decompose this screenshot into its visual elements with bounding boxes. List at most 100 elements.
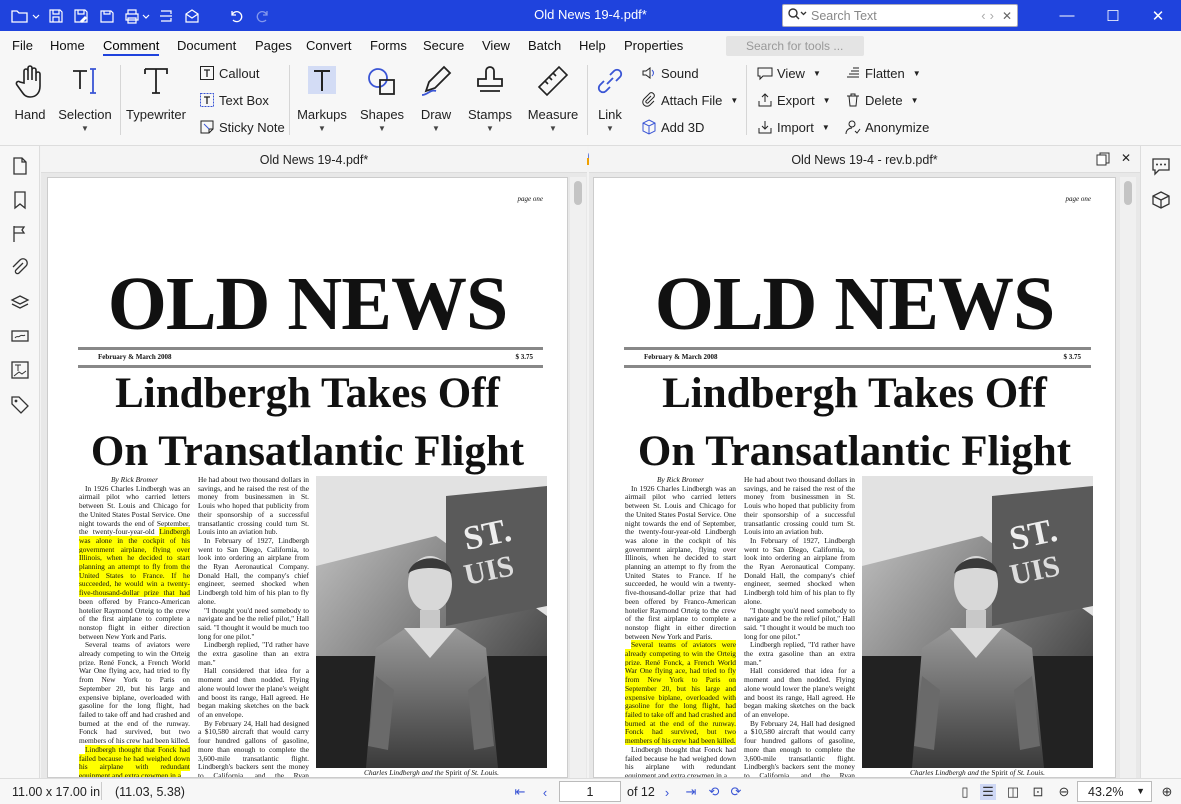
- chevron-down-icon: ▼: [549, 124, 557, 133]
- search-next-icon[interactable]: ›: [990, 8, 994, 23]
- menu-secure[interactable]: Secure: [423, 38, 464, 53]
- left-pdf-page[interactable]: page one OLD NEWS February & March 2008 $…: [47, 177, 568, 778]
- callout-label: Callout: [219, 65, 260, 81]
- tag-icon[interactable]: [10, 394, 30, 414]
- right-pdf-page[interactable]: page one OLD NEWS February & March 2008 $…: [593, 177, 1116, 778]
- signature-icon[interactable]: [10, 326, 30, 346]
- shapes-button[interactable]: Shapes ▼: [356, 61, 408, 141]
- zoom-in-icon[interactable]: ⊕: [1159, 784, 1175, 800]
- chevron-down-icon: ▼: [318, 124, 326, 133]
- save-all-icon[interactable]: [98, 0, 118, 31]
- menu-document[interactable]: Document: [177, 38, 236, 53]
- ai-assistant-icon[interactable]: [1151, 190, 1171, 210]
- close-document-icon[interactable]: ✕: [1121, 151, 1131, 165]
- menu-properties[interactable]: Properties: [624, 38, 683, 53]
- email-icon[interactable]: [182, 0, 202, 31]
- menu-file[interactable]: File: [12, 38, 33, 53]
- view-comments-button[interactable]: View ▼: [757, 62, 821, 84]
- import-button[interactable]: Import ▼: [757, 116, 830, 138]
- first-page-icon[interactable]: ⇤: [512, 784, 528, 800]
- previous-page-icon[interactable]: ‹: [537, 784, 553, 800]
- scrollbar-thumb[interactable]: [574, 181, 582, 205]
- stamps-label: Stamps: [467, 107, 513, 122]
- status-bar: 11.00 x 17.00 in (11.03, 5.38) ⇤ ‹ 1 of …: [0, 778, 1181, 804]
- print-icon[interactable]: [121, 0, 153, 31]
- zoom-level-select[interactable]: 43.2% ▼: [1077, 781, 1152, 802]
- delete-button[interactable]: Delete ▼: [845, 89, 919, 111]
- continuous-view-icon[interactable]: ☰: [980, 784, 996, 800]
- scrollbar-thumb[interactable]: [1124, 181, 1132, 205]
- page-thumbnail-icon[interactable]: [10, 156, 30, 176]
- markups-button[interactable]: Markups ▼: [296, 61, 348, 141]
- anonymize-button[interactable]: Anonymize: [845, 116, 929, 138]
- search-clear-icon[interactable]: ✕: [1002, 9, 1012, 23]
- menu-pages[interactable]: Pages: [255, 38, 292, 53]
- flatten-button[interactable]: Flatten ▼: [845, 62, 921, 84]
- image-text-icon[interactable]: [10, 360, 30, 380]
- shapes-icon: [368, 68, 395, 95]
- close-icon[interactable]: ✕: [1135, 0, 1181, 31]
- menu-convert[interactable]: Convert: [306, 38, 352, 53]
- page-total: of 12: [627, 785, 655, 799]
- next-view-icon[interactable]: ⟳: [728, 784, 744, 800]
- menu-view[interactable]: View: [482, 38, 510, 53]
- export-button[interactable]: Export ▼: [757, 89, 831, 111]
- typewriter-button[interactable]: Typewriter: [126, 61, 186, 141]
- save-icon[interactable]: [46, 0, 66, 31]
- menu-home[interactable]: Home: [50, 38, 85, 53]
- menu-batch[interactable]: Batch: [528, 38, 561, 53]
- highlight-annotation[interactable]: Lindbergh was alone in the cockpit of hi…: [79, 527, 190, 598]
- search-text-box[interactable]: Search Text ‹ › ✕: [782, 4, 1018, 27]
- minimize-icon[interactable]: —: [1044, 0, 1090, 31]
- attachment-icon[interactable]: [10, 258, 30, 278]
- zoom-out-icon[interactable]: ⊖: [1056, 784, 1072, 800]
- hand-tool-button[interactable]: Hand: [10, 61, 50, 141]
- selection-tool-button[interactable]: Selection ▼: [58, 61, 112, 141]
- two-page-view-icon[interactable]: ◫: [1005, 784, 1021, 800]
- menu-forms[interactable]: Forms: [370, 38, 407, 53]
- dateline: February & March 2008 $ 3.75: [644, 353, 1081, 361]
- menu-help[interactable]: Help: [579, 38, 606, 53]
- callout-button[interactable]: Callout: [199, 62, 259, 84]
- redo-icon[interactable]: [253, 0, 273, 31]
- scan-icon[interactable]: [156, 0, 176, 31]
- sound-button[interactable]: Sound: [641, 62, 699, 84]
- search-prev-icon[interactable]: ‹: [981, 8, 985, 23]
- link-button[interactable]: Link ▼: [592, 61, 628, 141]
- bookmark-icon[interactable]: [10, 190, 30, 210]
- single-page-view-icon[interactable]: ▯: [957, 784, 973, 800]
- fit-page-icon[interactable]: ⊡: [1030, 784, 1046, 800]
- previous-view-icon[interactable]: ⟲: [706, 784, 722, 800]
- undo-icon[interactable]: [226, 0, 246, 31]
- add-3d-button[interactable]: Add 3D: [641, 116, 704, 138]
- sticky-note-label: Sticky Note: [219, 119, 285, 135]
- last-page-icon[interactable]: ⇥: [683, 784, 699, 800]
- comments-panel-icon[interactable]: [1151, 156, 1171, 176]
- text-box-label: Text Box: [219, 92, 269, 108]
- right-vertical-scrollbar[interactable]: [1120, 177, 1136, 778]
- comment-flag-icon[interactable]: [10, 224, 30, 244]
- left-document-tab[interactable]: Old News 19-4.pdf*: [41, 146, 587, 173]
- left-vertical-scrollbar[interactable]: [570, 177, 586, 778]
- highlight-annotation[interactable]: Several teams of aviators were already c…: [625, 640, 736, 746]
- draw-button[interactable]: Draw ▼: [414, 61, 458, 141]
- menu-comment[interactable]: Comment: [103, 38, 160, 56]
- article-column-1: By Rick Bromer In 1926 Charles Lindbergh…: [625, 475, 736, 778]
- trash-icon: [847, 93, 859, 107]
- compare-copy-icon[interactable]: [1096, 152, 1110, 166]
- sticky-note-button[interactable]: Sticky Note: [199, 116, 285, 138]
- highlight-annotation[interactable]: Lindbergh thought that Fonck had failed …: [79, 744, 190, 777]
- text-box-button[interactable]: Text Box: [199, 89, 269, 111]
- attach-file-button[interactable]: Attach File ▼: [641, 89, 738, 111]
- right-document-tab[interactable]: Old News 19-4 - rev.b.pdf*: [589, 146, 1140, 173]
- next-page-icon[interactable]: ›: [659, 784, 675, 800]
- measure-button[interactable]: Measure ▼: [526, 61, 580, 141]
- page-number-input[interactable]: 1: [559, 781, 621, 802]
- save-as-icon[interactable]: [71, 0, 91, 31]
- layers-icon[interactable]: [10, 292, 30, 312]
- tool-search-input[interactable]: Search for tools ...: [726, 36, 864, 56]
- stamps-button[interactable]: Stamps ▼: [466, 61, 514, 141]
- maximize-icon[interactable]: ☐: [1090, 0, 1136, 31]
- open-folder-icon[interactable]: [8, 0, 42, 31]
- chevron-down-icon: ▼: [432, 124, 440, 133]
